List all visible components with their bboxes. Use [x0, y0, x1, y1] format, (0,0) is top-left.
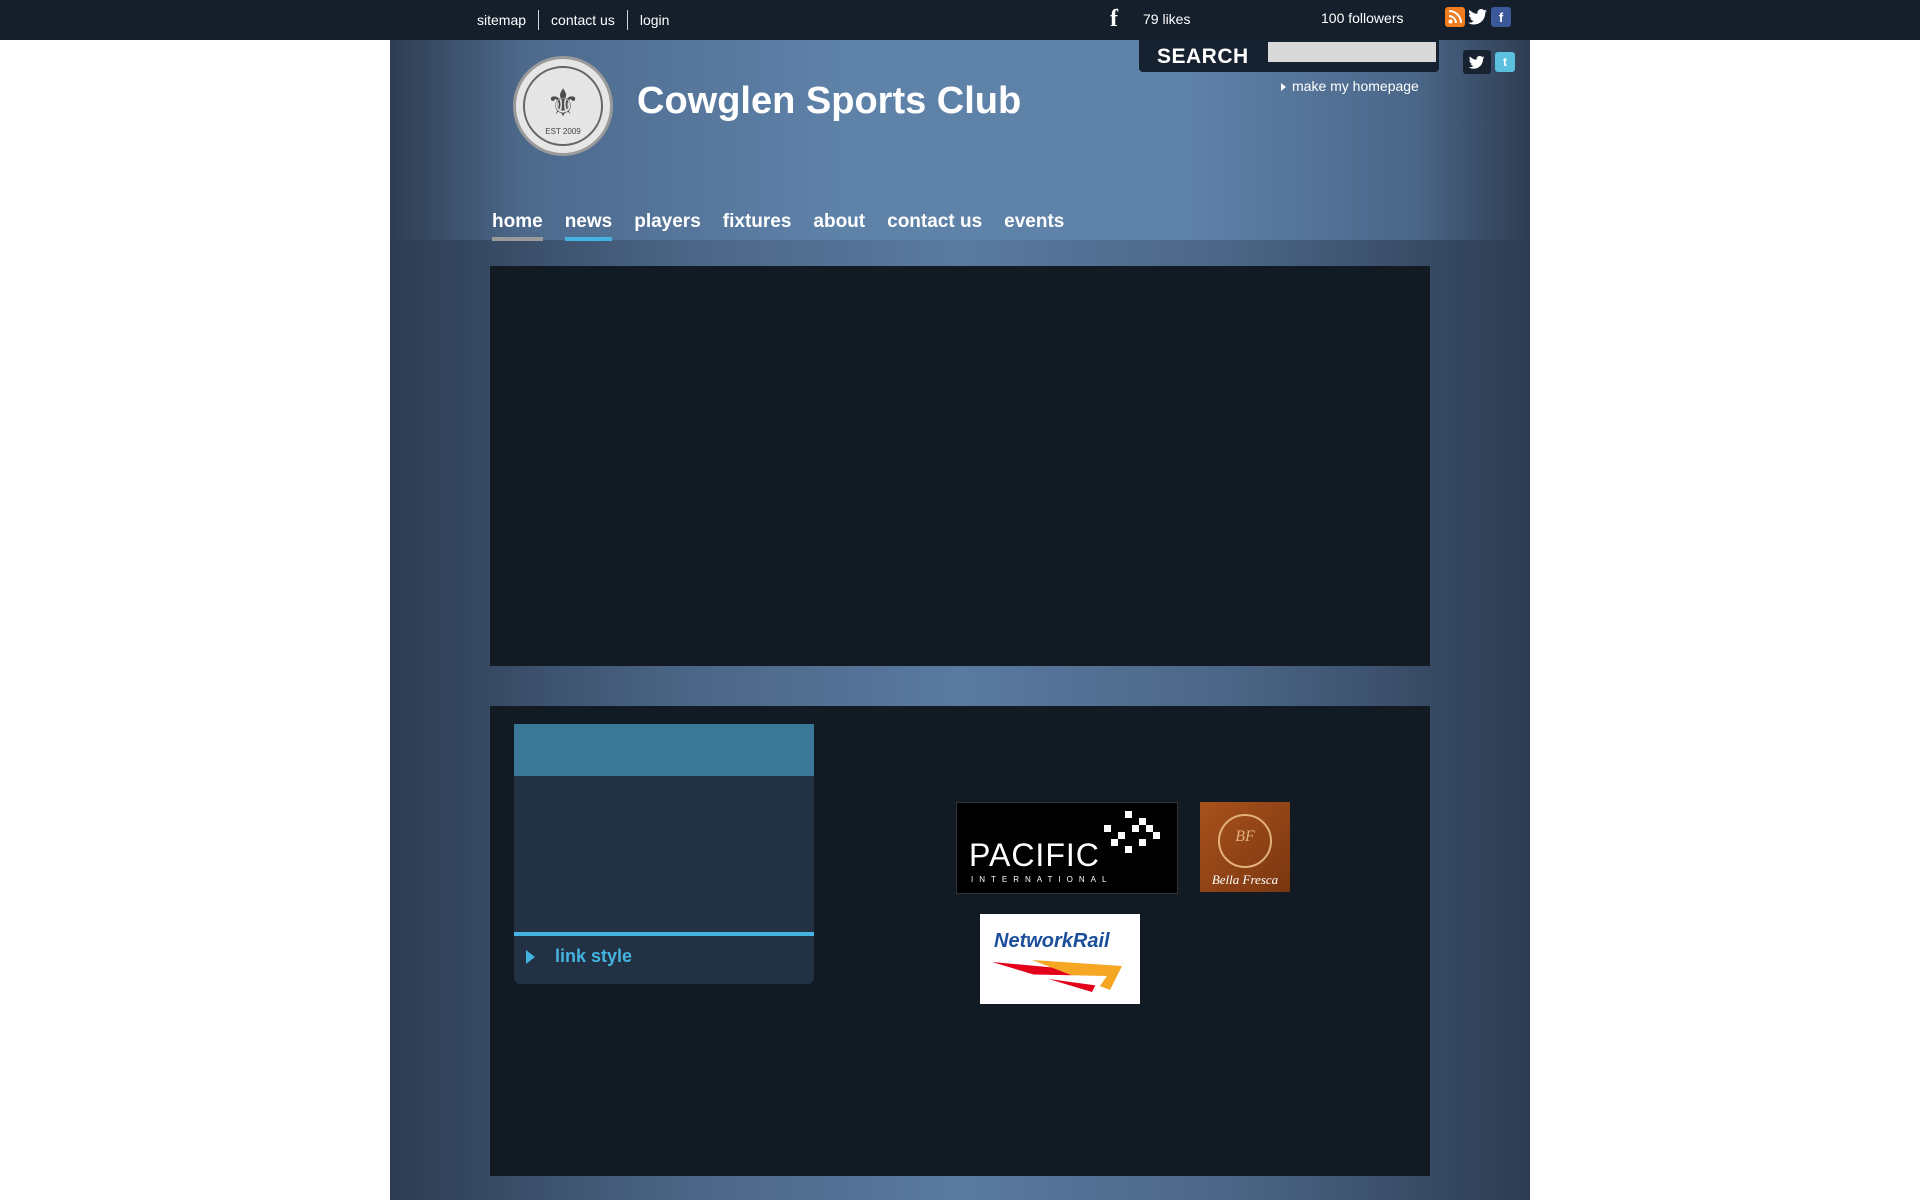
contact-us-link[interactable]: contact us [538, 10, 627, 30]
page-shell: ⚜ EST 2009 Cowglen Sports Club SEARCH ma… [390, 40, 1530, 1200]
sponsor-logo-bella-fresca[interactable]: BF Bella Fresca [1200, 802, 1290, 892]
site-header: ⚜ EST 2009 Cowglen Sports Club SEARCH ma… [390, 40, 1530, 241]
site-title[interactable]: Cowglen Sports Club [637, 80, 1021, 123]
search-box: SEARCH [1139, 40, 1439, 72]
widget-header [514, 724, 814, 776]
nav-news[interactable]: news [564, 211, 613, 241]
nav-contact-us[interactable]: contact us [887, 211, 982, 241]
twitter-followers-count: 100 followers [1321, 10, 1404, 26]
pacific-name: PACIFIC [969, 837, 1100, 873]
sponsor-logo-pacific[interactable]: PACIFIC INTERNATIONAL [956, 802, 1178, 894]
nav-events[interactable]: events [1004, 211, 1064, 241]
pacific-sub: INTERNATIONAL [971, 875, 1113, 884]
twitter-bird-icon[interactable] [1463, 50, 1491, 74]
arrow-right-icon [1281, 83, 1286, 92]
search-label: SEARCH [1157, 45, 1249, 68]
main-nav: home news players fixtures about contact… [492, 211, 1086, 241]
make-homepage-label: make my homepage [1292, 78, 1419, 94]
nav-about[interactable]: about [813, 211, 865, 241]
content-panel: link style PACIFIC INTERNATIONAL BF Bell… [490, 706, 1430, 1176]
twitter-t-icon[interactable]: t [1495, 52, 1515, 72]
crest-est-text: EST 2009 [545, 127, 581, 136]
side-social-icons: t [1463, 50, 1515, 74]
facebook-icon[interactable]: f [1110, 6, 1118, 33]
network-rail-name: NetworkRail [994, 930, 1110, 952]
facebook-likes-count: 79 likes [1143, 11, 1191, 27]
fleur-de-lis-icon: ⚜ [545, 83, 581, 125]
nav-home[interactable]: home [492, 211, 543, 241]
pixel-dots-graphic [1097, 811, 1167, 855]
login-link[interactable]: login [626, 10, 682, 30]
bella-monogram: BF [1235, 828, 1255, 845]
arrow-right-icon [526, 949, 535, 964]
widget-link[interactable]: link style [526, 946, 632, 967]
news-widget: link style [514, 724, 814, 984]
top-links: sitemap contact us login [477, 0, 681, 40]
sponsor-logo-network-rail[interactable]: NetworkRail [980, 914, 1140, 1004]
sitemap-link[interactable]: sitemap [477, 10, 538, 30]
club-crest-logo[interactable]: ⚜ EST 2009 [513, 56, 613, 156]
bella-name: Bella Fresca [1211, 872, 1279, 887]
widget-link-label: link style [555, 946, 633, 966]
rss-icon[interactable] [1445, 7, 1465, 27]
nav-fixtures[interactable]: fixtures [723, 211, 792, 241]
facebook-square-icon[interactable]: f [1491, 7, 1511, 27]
top-bar: sitemap contact us login f 79 likes 100 … [0, 0, 1920, 40]
search-input[interactable] [1268, 42, 1436, 62]
make-homepage-link[interactable]: make my homepage [1281, 78, 1419, 94]
network-rail-swoosh [992, 960, 1122, 992]
hero-panel [490, 266, 1430, 666]
nav-players[interactable]: players [634, 211, 701, 241]
social-icons: f [1445, 7, 1511, 27]
widget-divider [514, 932, 814, 936]
twitter-icon[interactable] [1468, 7, 1488, 27]
